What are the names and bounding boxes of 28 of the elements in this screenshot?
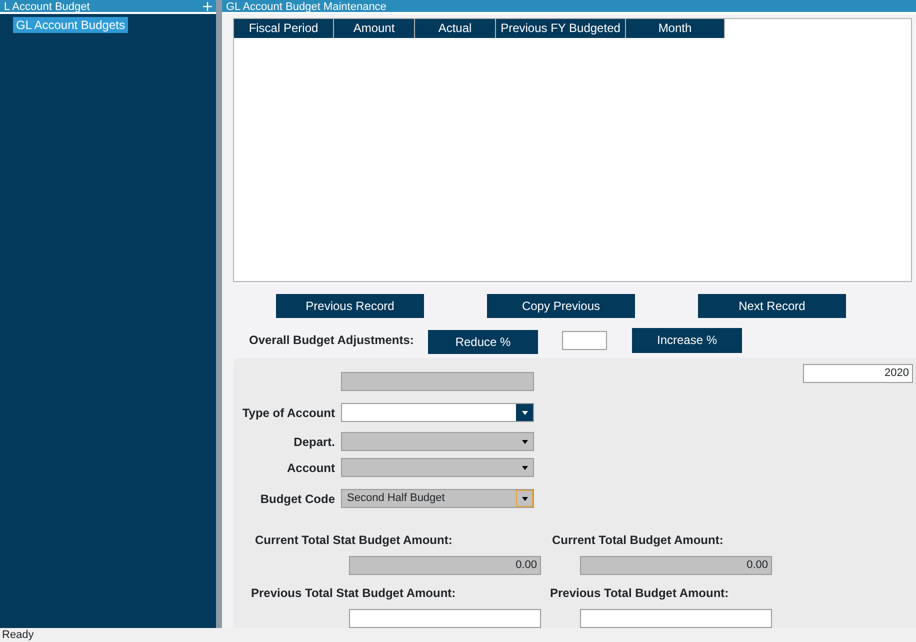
field-label: Account bbox=[287, 460, 335, 474]
panel-title: L Account Budget bbox=[4, 0, 90, 12]
year-field[interactable]: 2020 bbox=[803, 364, 913, 383]
total-label: Previous Total Budget Amount: bbox=[549, 585, 730, 602]
increase-button[interactable]: Increase % bbox=[632, 328, 742, 352]
percent-field[interactable] bbox=[562, 330, 607, 350]
field-label: Budget Code bbox=[260, 492, 335, 506]
column-header[interactable]: Month bbox=[626, 19, 725, 38]
dropdown-field[interactable] bbox=[341, 403, 534, 422]
amount-field: 0.00 bbox=[580, 556, 772, 575]
add-icon[interactable] bbox=[203, 0, 212, 12]
field-label: Depart. bbox=[294, 434, 335, 448]
nav-button[interactable]: Previous Record bbox=[276, 294, 424, 318]
total-label: Current Total Stat Budget Amount: bbox=[254, 532, 454, 549]
adjustments-label: Overall Budget Adjustments: bbox=[249, 332, 415, 349]
total-label: Previous Total Stat Budget Amount: bbox=[250, 585, 457, 602]
nav-button[interactable]: Copy Previous bbox=[487, 294, 635, 318]
column-header[interactable]: Actual bbox=[415, 19, 496, 38]
field-label: Type of Account bbox=[242, 406, 335, 420]
column-header[interactable]: Fiscal Period bbox=[234, 19, 334, 38]
caret-icon[interactable] bbox=[516, 404, 533, 421]
reduce-button[interactable]: Reduce % bbox=[428, 330, 538, 354]
panel-title: GL Account Budget Maintenance bbox=[226, 0, 386, 12]
column-header[interactable]: Amount bbox=[334, 19, 415, 38]
column-header[interactable]: Previous FY Budgeted bbox=[496, 19, 626, 38]
amount-field: 0.00 bbox=[349, 556, 541, 575]
nav-button[interactable]: Next Record bbox=[698, 294, 846, 318]
total-label: Current Total Budget Amount: bbox=[551, 532, 724, 549]
